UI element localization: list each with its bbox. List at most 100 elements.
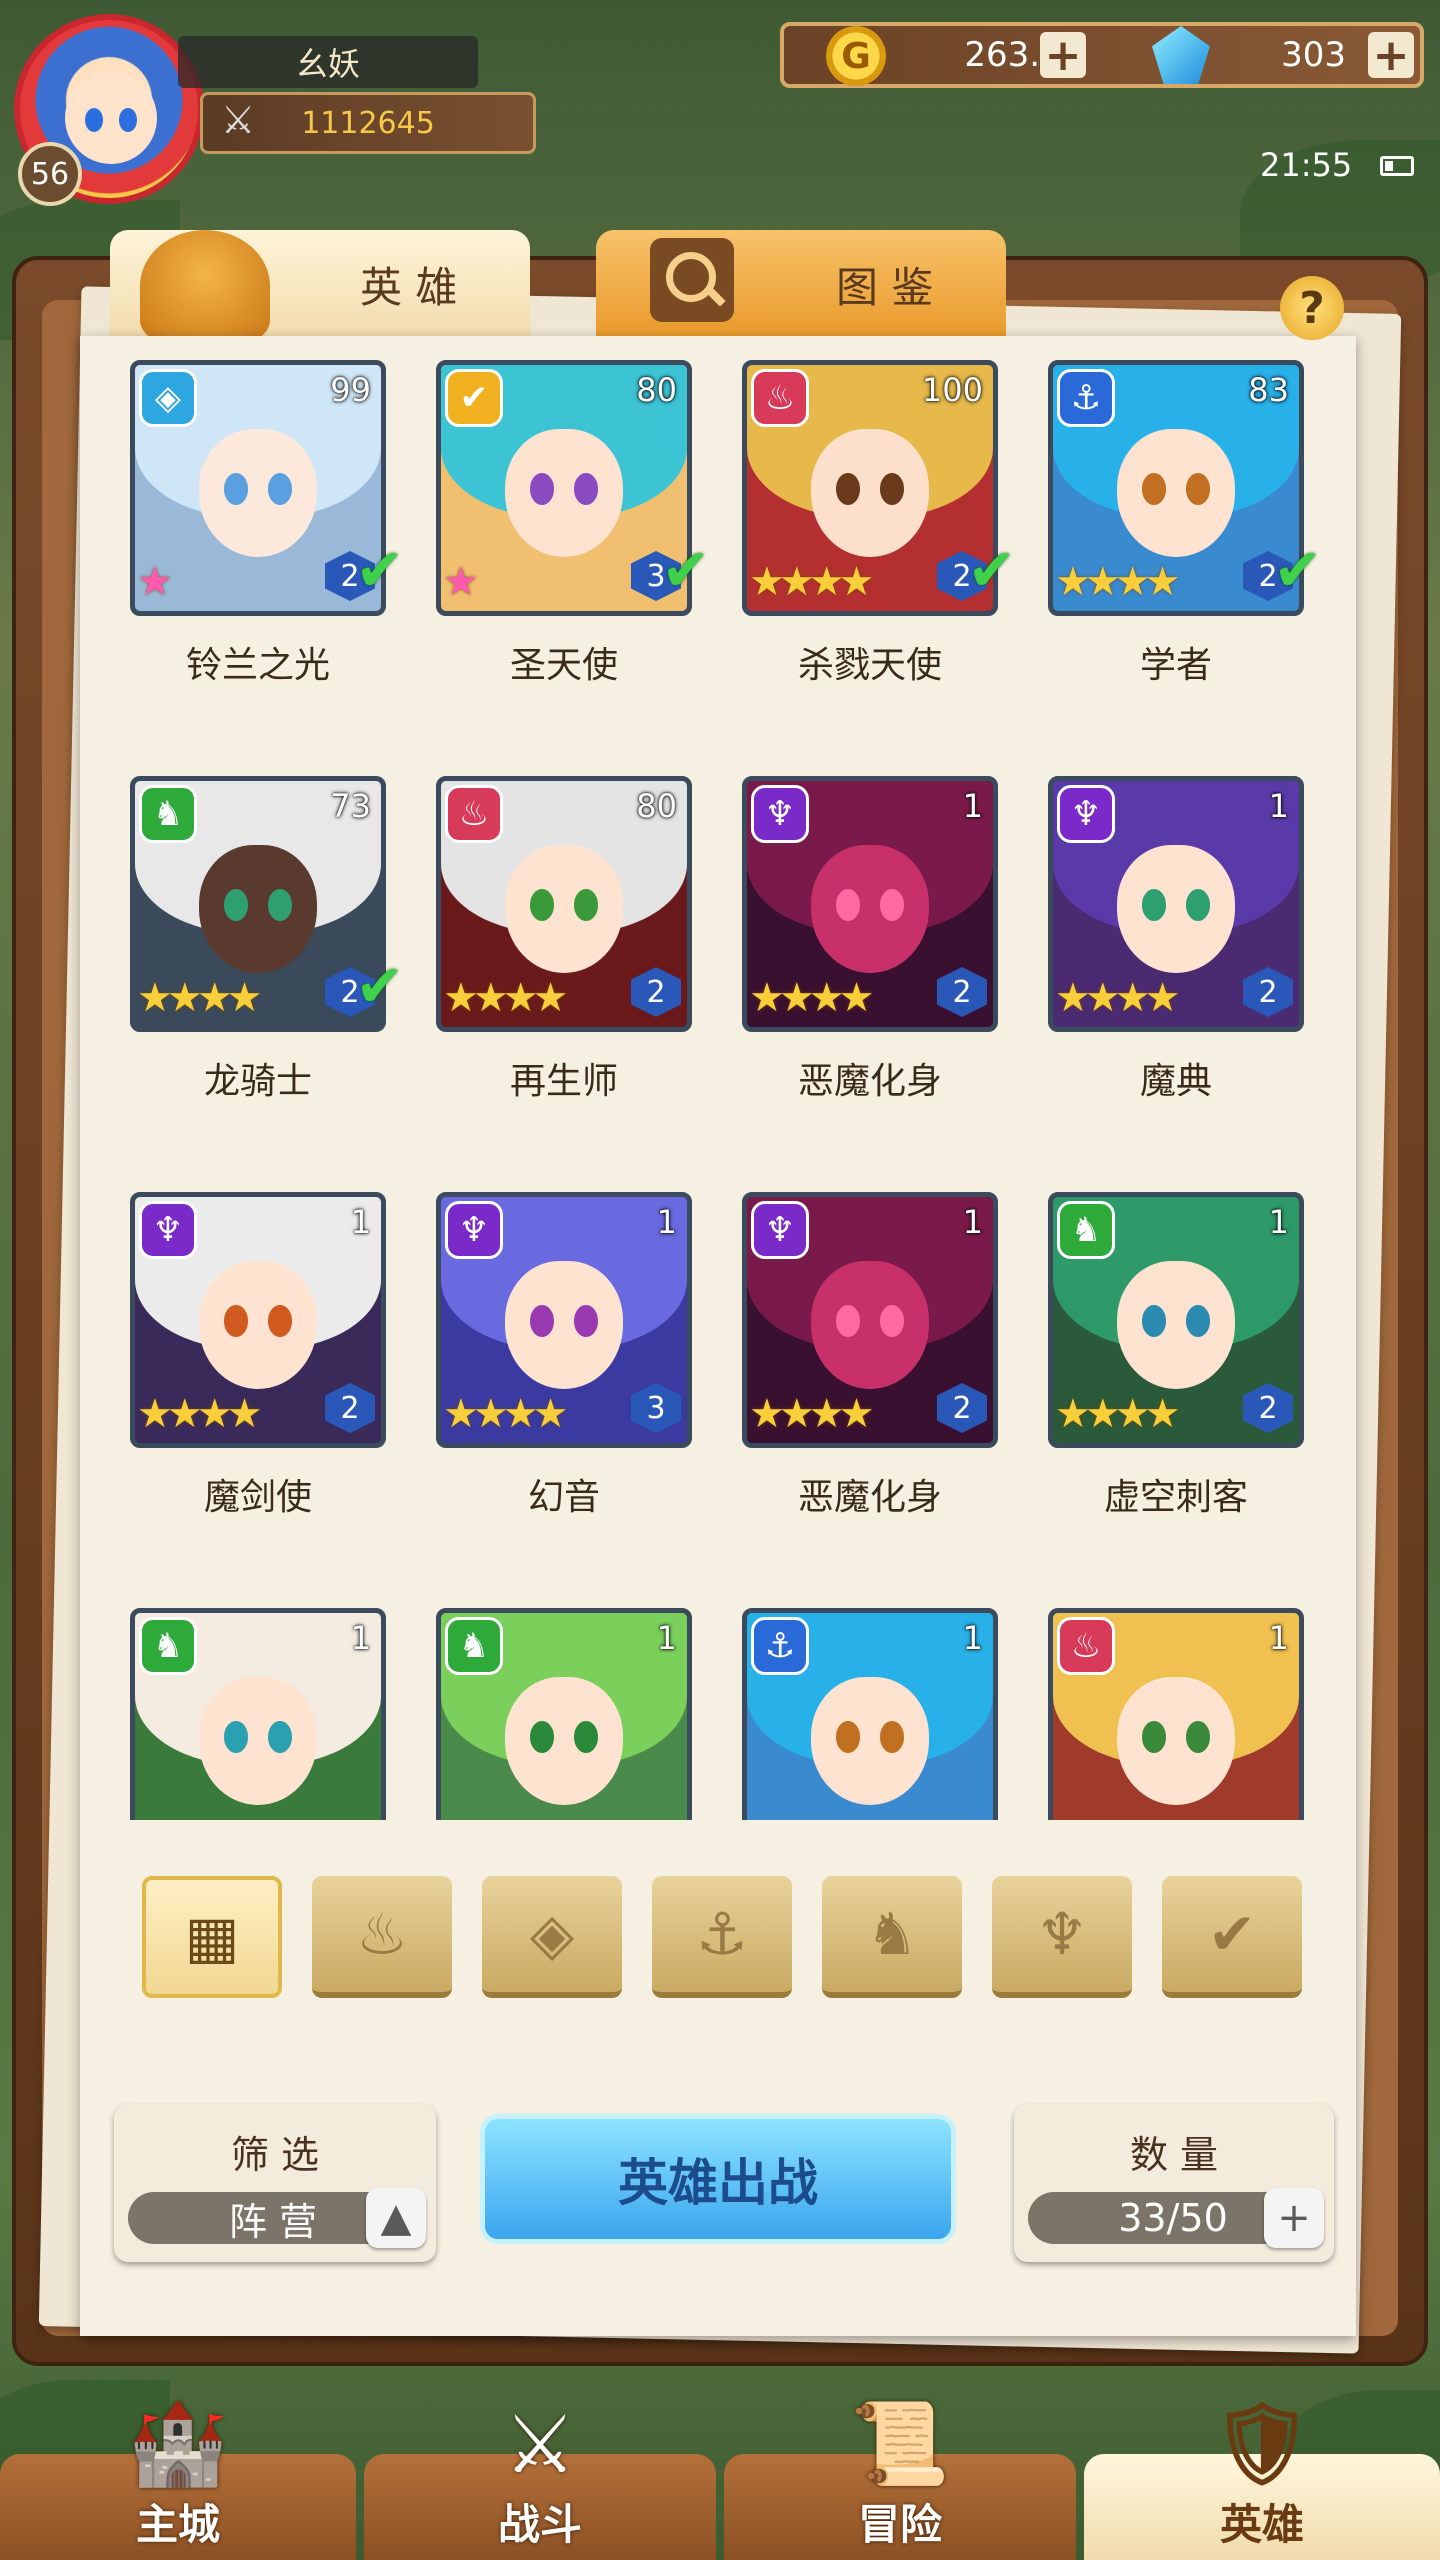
demon-icon: ♆ [751, 785, 809, 843]
hero-level: 1 [962, 1203, 983, 1241]
player-name: 幺妖 [178, 36, 478, 88]
hero-face [504, 428, 624, 557]
star-rating: ★★★★ [749, 1391, 874, 1437]
hero-eye [529, 1721, 555, 1754]
hero-card[interactable]: ♨ 100 ★★★★ 2 ✔ 杀戮天使 [692, 336, 1016, 720]
add-gems-button[interactable]: + [1368, 30, 1414, 81]
add-gold-button[interactable]: + [1040, 30, 1086, 81]
hero-card[interactable]: ♆ 1 ★★★★ 2 恶魔化身 [692, 1168, 998, 1552]
hero-level: 1 [1268, 1203, 1289, 1241]
hero-face [504, 1676, 624, 1805]
hero-eye [835, 889, 861, 922]
hero-portrait: ♆ 1 ★★★★ 2 [1048, 776, 1304, 1032]
clock: 21:55 [1260, 146, 1353, 184]
star-rating: ★★★★ [443, 975, 568, 1021]
demon-icon: ♆ [751, 1201, 809, 1259]
rank-badge: 3 [631, 1383, 681, 1433]
hero-portrait: ⚓ 83 ★★★★ 2 [1048, 360, 1304, 616]
hero-level: 1 [656, 1619, 677, 1657]
hero-portrait: ♨ 100 ★★★★ 2 [742, 360, 998, 616]
hero-card[interactable]: ⚓ 83 ★★★★ 2 ✔ 学者 [998, 336, 1322, 720]
hero-name: 魔剑使 [203, 1477, 312, 1518]
hero-eye [1141, 889, 1167, 922]
hero-eye [1141, 1305, 1167, 1338]
anchor-faction-icon[interactable]: ⚓ [652, 1876, 792, 1998]
hero-name: 再生师 [509, 1061, 618, 1102]
star-rating: ★ [137, 559, 173, 605]
hero-face [1116, 1676, 1236, 1805]
hero-portrait: ⚓ 1 [742, 1608, 998, 1820]
hero-face [810, 844, 930, 973]
hero-card[interactable]: ♨ 80 ★★★★ 2 再生师 [386, 752, 692, 1136]
castle-icon: 🏰 [128, 2397, 228, 2490]
hero-level: 83 [1248, 371, 1289, 409]
hero-name: 虚空刺客 [1103, 1477, 1248, 1518]
hero-level: 1 [350, 1203, 371, 1241]
hero-level: 80 [636, 371, 677, 409]
nav-battle[interactable]: ⚔ 战斗 [364, 2398, 716, 2560]
hero-card[interactable]: ⚓ 1 [692, 1584, 998, 1820]
nav-adventure[interactable]: 📜 冒险 [724, 2397, 1076, 2560]
hero-portrait: ◈ 99 ★ 2 [130, 360, 386, 616]
hero-card[interactable]: ✔ 80 ★ 3 ✔ 圣天使 [386, 336, 710, 720]
hero-portrait: ♨ 1 [1048, 1608, 1304, 1820]
hero-portrait: ♞ 73 ★★★★ 2 [130, 776, 386, 1032]
help-button[interactable]: ? [1280, 276, 1344, 340]
hero-card[interactable]: ♞ 1 ★★★★ 2 虚空刺客 [998, 1168, 1304, 1552]
hero-card[interactable]: ♆ 1 ★★★★ 3 幻音 [386, 1168, 692, 1552]
expand-capacity-button[interactable]: + [1264, 2188, 1324, 2248]
deployed-check-icon: ✔ [1273, 536, 1322, 604]
hero-portrait: ♆ 1 ★★★★ 2 [130, 1192, 386, 1448]
holy-faction-icon[interactable]: ✔ [1162, 1876, 1302, 1998]
star-rating: ★★★★ [749, 559, 874, 605]
hero-eye [223, 473, 249, 506]
hero-eye [1141, 1721, 1167, 1754]
hero-card[interactable]: ♆ 1 ★★★★ 2 恶魔化身 [692, 752, 998, 1136]
demon-faction-icon[interactable]: ♆ [992, 1876, 1132, 1998]
hero-eye [529, 889, 555, 922]
hero-card[interactable]: ♞ 1 [80, 1584, 386, 1820]
hero-card[interactable]: ♆ 1 ★★★★ 2 魔剑使 [80, 1168, 386, 1552]
dragon-icon: ♞ [1057, 1201, 1115, 1259]
holy-icon: ✔ [445, 369, 503, 427]
fire-faction-icon[interactable]: ♨ [312, 1876, 452, 1998]
hero-level: 73 [330, 787, 371, 825]
tab-codex-label: 图 鉴 [836, 262, 934, 312]
dragon-icon: ♞ [445, 1617, 503, 1675]
helmet-icon [140, 230, 270, 342]
hero-card[interactable]: ◈ 99 ★ 2 ✔ 铃兰之光 [80, 336, 404, 720]
nav-main-city[interactable]: 🏰 主城 [0, 2397, 356, 2560]
rank-badge: 2 [937, 1383, 987, 1433]
hero-face [810, 1676, 930, 1805]
nav-heroes[interactable]: 🛡 英雄 [1084, 2397, 1440, 2560]
avatar-eye [119, 108, 137, 132]
hero-card[interactable]: ♞ 73 ★★★★ 2 ✔ 龙骑士 [80, 752, 404, 1136]
faction-filter-row: ▦ ♨ ◈ ⚓ ♞ ♆ ✔ [142, 1876, 1302, 1998]
hero-eye [835, 1721, 861, 1754]
hero-face [1116, 844, 1236, 973]
hero-level: 1 [656, 1203, 677, 1241]
hero-name: 铃兰之光 [185, 645, 330, 686]
hero-name: 恶魔化身 [797, 1477, 942, 1518]
avatar-face [65, 72, 157, 164]
hero-face [198, 428, 318, 557]
grid-icon[interactable]: ▦ [142, 1876, 282, 1998]
light-faction-icon[interactable]: ◈ [482, 1876, 622, 1998]
hero-level: 80 [636, 787, 677, 825]
hero-face [198, 844, 318, 973]
hero-crest-icon: 🛡 [1211, 2397, 1313, 2490]
dragon-faction-icon[interactable]: ♞ [822, 1876, 962, 1998]
fire-icon: ♨ [1057, 1617, 1115, 1675]
hero-eye [223, 1721, 249, 1754]
star-rating: ★★★★ [137, 1391, 262, 1437]
hero-card[interactable]: ♆ 1 ★★★★ 2 魔典 [998, 752, 1304, 1136]
player-level-badge: 56 [18, 142, 82, 206]
magnifier-icon [650, 238, 734, 322]
hero-card[interactable]: ♞ 1 [386, 1584, 692, 1820]
hero-level: 1 [350, 1619, 371, 1657]
star-rating: ★★★★ [1055, 1391, 1180, 1437]
hero-portrait: ♆ 1 ★★★★ 2 [742, 1192, 998, 1448]
deploy-heroes-button[interactable]: 英雄出战 [480, 2114, 956, 2244]
hero-card[interactable]: ♨ 1 [998, 1584, 1304, 1820]
filter-toggle-button[interactable]: ▲ [366, 2188, 426, 2248]
